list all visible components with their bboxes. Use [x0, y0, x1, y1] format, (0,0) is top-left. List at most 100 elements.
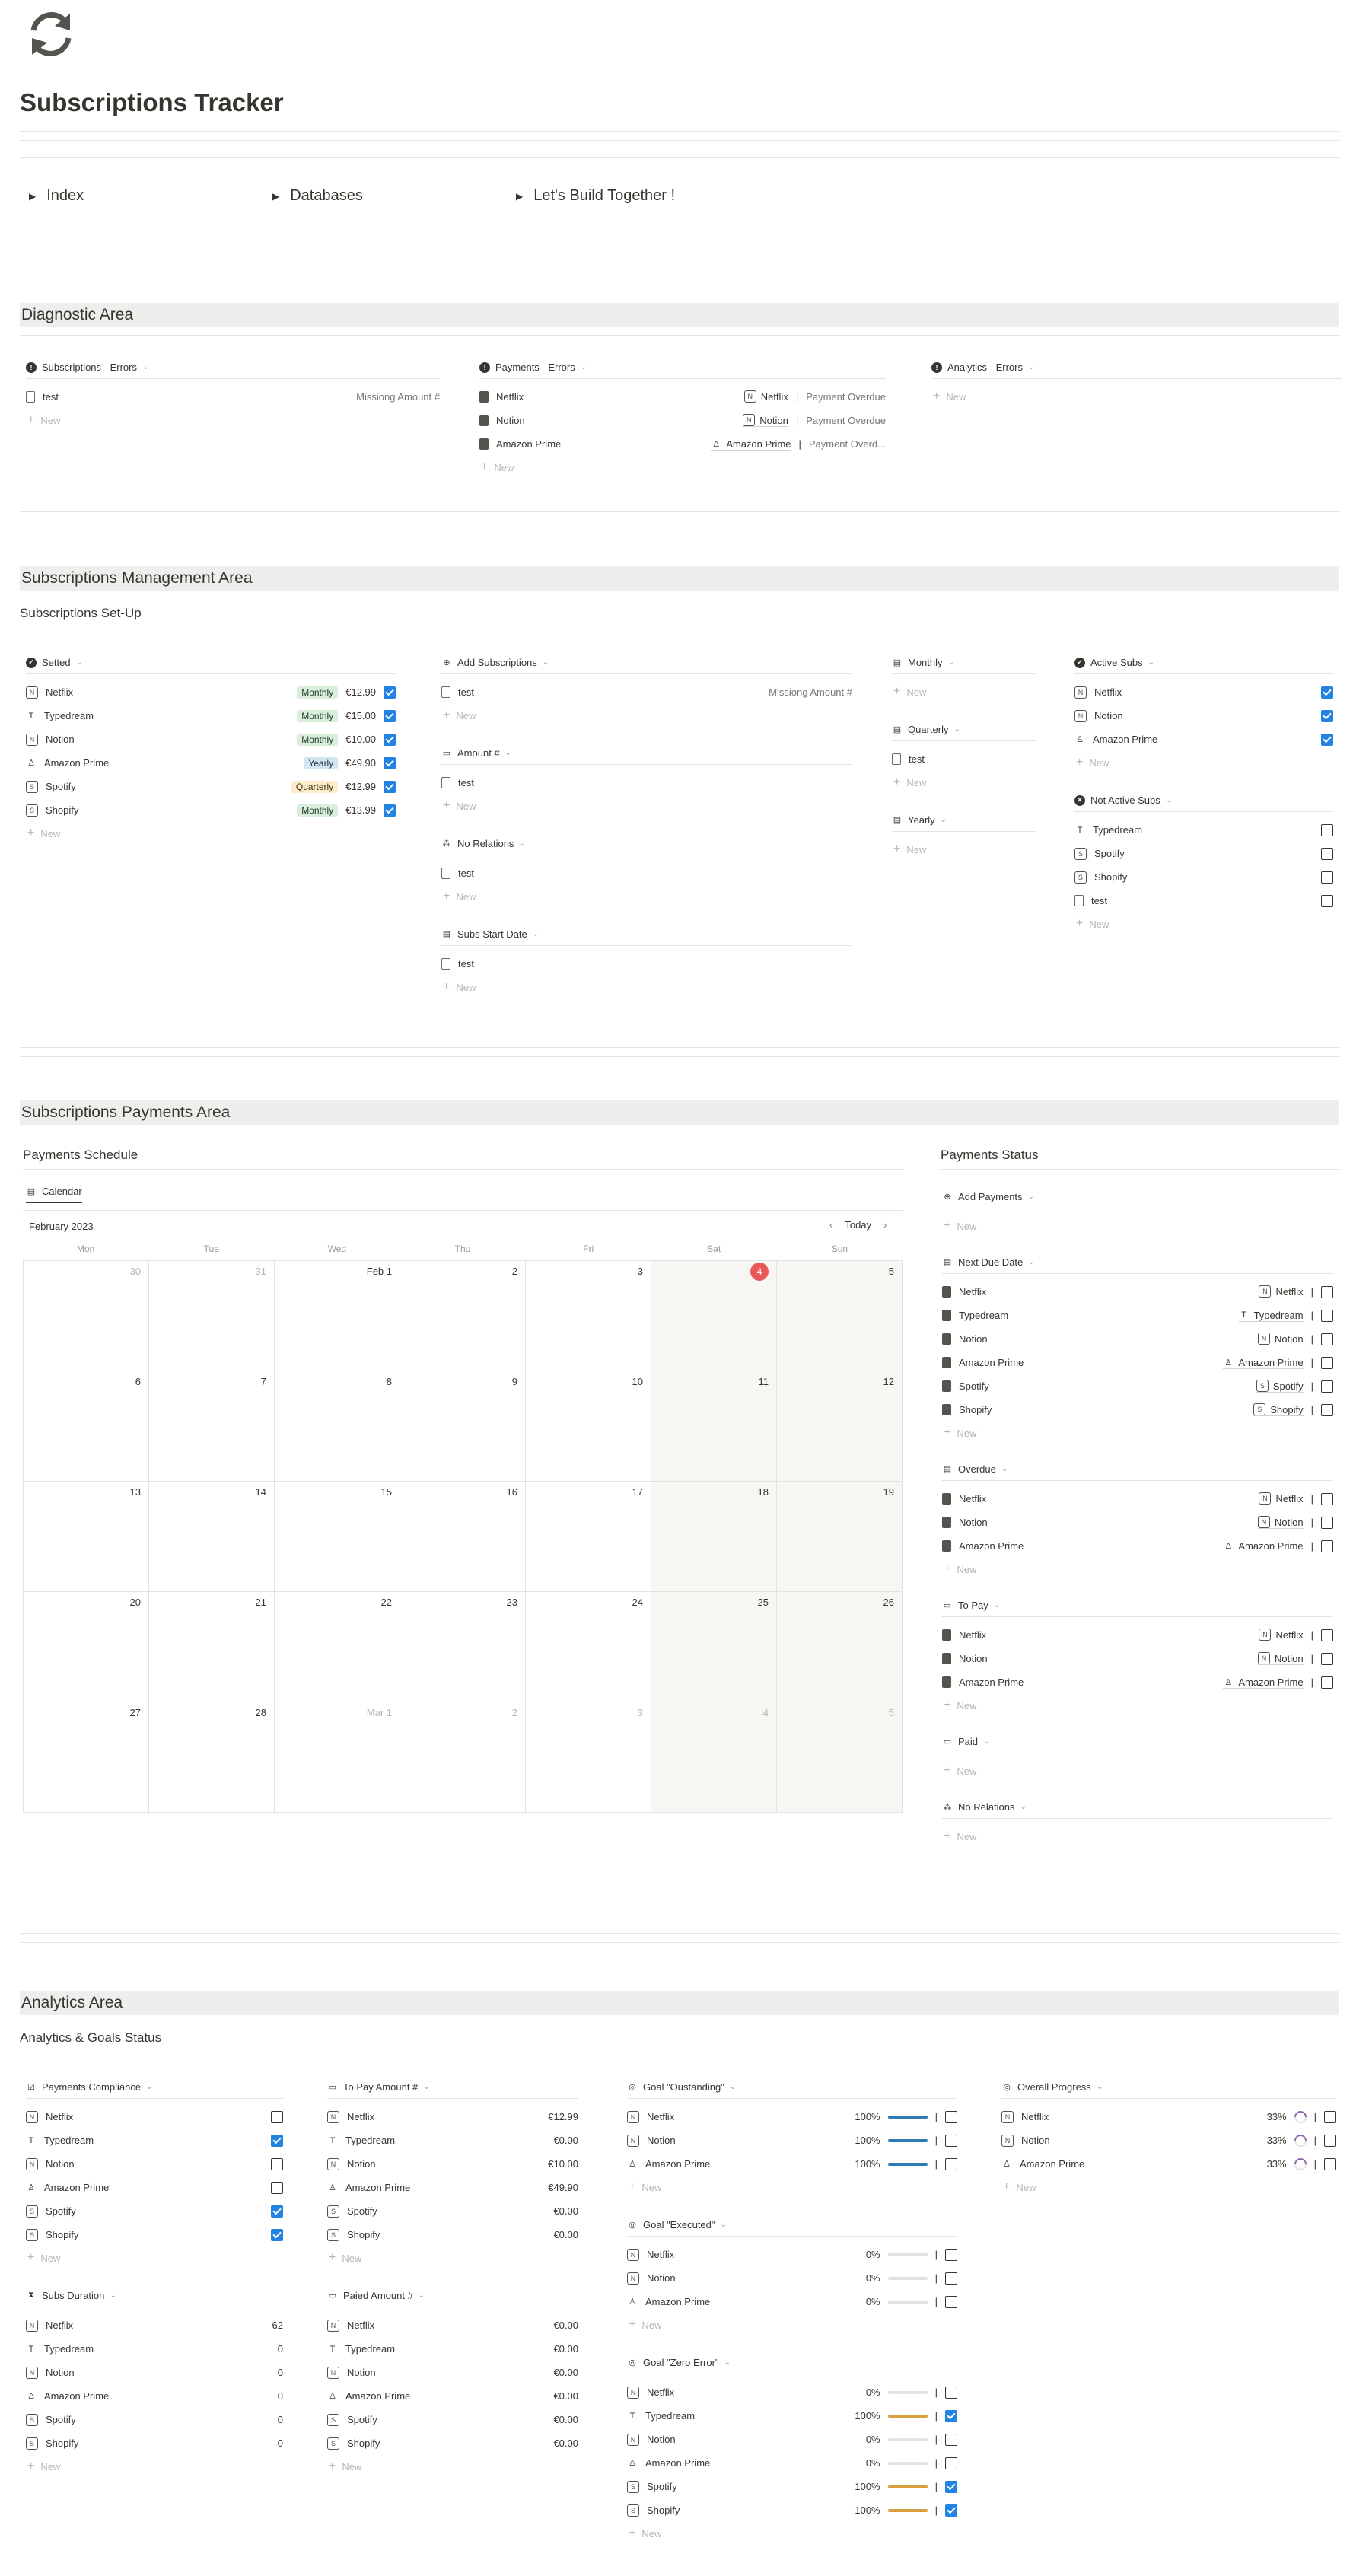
list-item[interactable]: test Missiong Amount #	[26, 385, 440, 409]
list-item[interactable]: Notion N Notion |	[942, 1327, 1333, 1351]
list-item[interactable]: N Notion	[1074, 704, 1333, 728]
calendar-day[interactable]: 25	[651, 1592, 777, 1702]
list-item[interactable]: Notion N Notion |	[942, 1511, 1333, 1534]
calendar-day[interactable]: 12	[777, 1371, 903, 1482]
new-button[interactable]: + New	[1074, 751, 1333, 774]
checkbox[interactable]	[945, 2110, 957, 2123]
calendar-day[interactable]: 17	[526, 1482, 651, 1592]
view-tab-goal-outstanding[interactable]: ◎ Goal "Oustanding" ⌄	[627, 2076, 957, 2099]
new-button[interactable]: + New	[441, 885, 852, 908]
list-item[interactable]: S Shopify 100% |	[627, 2498, 957, 2522]
list-item[interactable]: S Shopify 0	[26, 2431, 283, 2455]
calendar-day[interactable]: 13	[24, 1482, 149, 1592]
view-tab-yearly[interactable]: ▤ Yearly ⌄	[892, 809, 1036, 832]
checkbox[interactable]	[384, 709, 396, 722]
checkbox[interactable]	[271, 2228, 283, 2241]
checkbox[interactable]	[1321, 1309, 1333, 1322]
list-item[interactable]: N Netflix 33% |	[1001, 2105, 1336, 2129]
list-item[interactable]: N Notion €0.00	[327, 2361, 578, 2384]
relation-link[interactable]: N Netflix	[1259, 1285, 1304, 1298]
calendar-day[interactable]: 23	[400, 1592, 526, 1702]
calendar-day[interactable]: 26	[777, 1592, 903, 1702]
calendar-day[interactable]: 19	[777, 1482, 903, 1592]
list-item[interactable]: S Spotify 100% |	[627, 2475, 957, 2498]
list-item[interactable]: ♙ Amazon Prime	[1074, 728, 1333, 751]
checkbox[interactable]	[1324, 2110, 1336, 2123]
calendar-day[interactable]: Mar 1	[275, 1702, 400, 1813]
checkbox[interactable]	[1321, 1333, 1333, 1345]
list-item[interactable]: S Spotify	[1074, 842, 1333, 865]
checkbox[interactable]	[945, 2386, 957, 2399]
checkbox[interactable]	[1321, 1676, 1333, 1689]
checkbox[interactable]	[945, 2272, 957, 2285]
list-item[interactable]: N Notion 0% |	[627, 2266, 957, 2290]
new-button[interactable]: + New	[892, 838, 1036, 861]
calendar-day[interactable]: 10	[526, 1371, 651, 1482]
list-item[interactable]: Netflix N Netflix |	[942, 1487, 1333, 1511]
list-item[interactable]: N Notion €10.00	[327, 2152, 578, 2176]
relation-link[interactable]: ♙ Amazon Prime	[1223, 1540, 1304, 1552]
list-item[interactable]: N Netflix €0.00	[327, 2313, 578, 2337]
list-item[interactable]: test	[1074, 889, 1333, 912]
checkbox[interactable]	[1324, 2157, 1336, 2170]
new-button[interactable]: + New	[479, 456, 886, 479]
view-tab-to-pay[interactable]: ▭ To Pay ⌄	[942, 1594, 1333, 1617]
new-button[interactable]: + New	[942, 1215, 1333, 1237]
calendar-day[interactable]: 15	[275, 1482, 400, 1592]
new-button[interactable]: + New	[942, 1422, 1333, 1444]
checkbox[interactable]	[1321, 709, 1333, 722]
checkbox[interactable]	[384, 686, 396, 699]
list-item[interactable]: Netflix N Netflix |	[942, 1623, 1333, 1647]
new-button[interactable]: + New	[26, 822, 396, 845]
calendar-day[interactable]: 5	[777, 1261, 903, 1371]
list-item[interactable]: S Spotify Quarterly €12.99	[26, 775, 396, 798]
relation-link[interactable]: N Notion	[743, 414, 788, 427]
list-item[interactable]: N Notion 33% |	[1001, 2129, 1336, 2152]
list-item[interactable]: S Spotify €0.00	[327, 2199, 578, 2223]
list-item[interactable]: T Typedream 0	[26, 2337, 283, 2361]
relation-link[interactable]: ♙ Amazon Prime	[1223, 1357, 1304, 1369]
calendar-day[interactable]: 27	[24, 1702, 149, 1813]
checkbox[interactable]	[271, 2110, 283, 2123]
list-item[interactable]: Amazon Prime ♙ Amazon Prime |	[942, 1670, 1333, 1694]
checkbox[interactable]	[1321, 1516, 1333, 1529]
checkbox[interactable]	[1321, 871, 1333, 884]
calendar-day[interactable]: 20	[24, 1592, 149, 1702]
new-button[interactable]: + New	[627, 2522, 957, 2545]
calendar-day[interactable]: 2	[400, 1261, 526, 1371]
new-button[interactable]: + New	[26, 2455, 283, 2478]
checkbox[interactable]	[945, 2504, 957, 2517]
list-item[interactable]: ♙ Amazon Prime 100% |	[627, 2152, 957, 2176]
new-button[interactable]: + New	[942, 1759, 1333, 1782]
view-tab-payments-compliance[interactable]: ☑ Payments Compliance ⌄	[26, 2076, 283, 2099]
view-tab-monthly[interactable]: ▤ Monthly ⌄	[892, 651, 1036, 674]
calendar-day[interactable]: 3	[526, 1261, 651, 1371]
list-item[interactable]: Netflix N Netflix |	[942, 1280, 1333, 1304]
list-item[interactable]: Netflix N Netflix | Payment Overdue	[479, 385, 886, 409]
calendar-day[interactable]: 18	[651, 1482, 777, 1592]
list-item[interactable]: S Spotify 0	[26, 2408, 283, 2431]
checkbox[interactable]	[271, 2181, 283, 2194]
list-item[interactable]: S Spotify €0.00	[327, 2408, 578, 2431]
view-tab-goal-executed[interactable]: ◎ Goal "Executed" ⌄	[627, 2214, 957, 2237]
new-button[interactable]: + New	[441, 976, 852, 998]
checkbox[interactable]	[1321, 1403, 1333, 1416]
list-item[interactable]: Notion N Notion | Payment Overdue	[479, 409, 886, 432]
view-tab-paid[interactable]: ▭ Paid ⌄	[942, 1731, 1333, 1753]
view-tab-next-due-date[interactable]: ▤ Next Due Date ⌄	[942, 1251, 1333, 1274]
calendar-day[interactable]: 5	[777, 1702, 903, 1813]
list-item[interactable]: S Shopify	[26, 2223, 283, 2246]
checkbox[interactable]	[945, 2433, 957, 2446]
list-item[interactable]: N Netflix 0% |	[627, 2380, 957, 2404]
list-item[interactable]: N Notion 0	[26, 2361, 283, 2384]
calendar-day[interactable]: 2	[400, 1702, 526, 1813]
new-button[interactable]: + New	[942, 1825, 1333, 1848]
checkbox[interactable]	[384, 780, 396, 793]
view-tab-subs-duration[interactable]: ⧗ Subs Duration ⌄	[26, 2285, 283, 2307]
list-item[interactable]: test	[441, 952, 852, 976]
relation-link[interactable]: N Netflix	[1259, 1629, 1304, 1641]
view-tab-subscriptions-errors[interactable]: ! Subscriptions - Errors ⌄	[26, 356, 440, 379]
list-item[interactable]: T Typedream	[26, 2129, 283, 2152]
list-item[interactable]: ♙ Amazon Prime 33% |	[1001, 2152, 1336, 2176]
calendar-day[interactable]: 31	[149, 1261, 275, 1371]
